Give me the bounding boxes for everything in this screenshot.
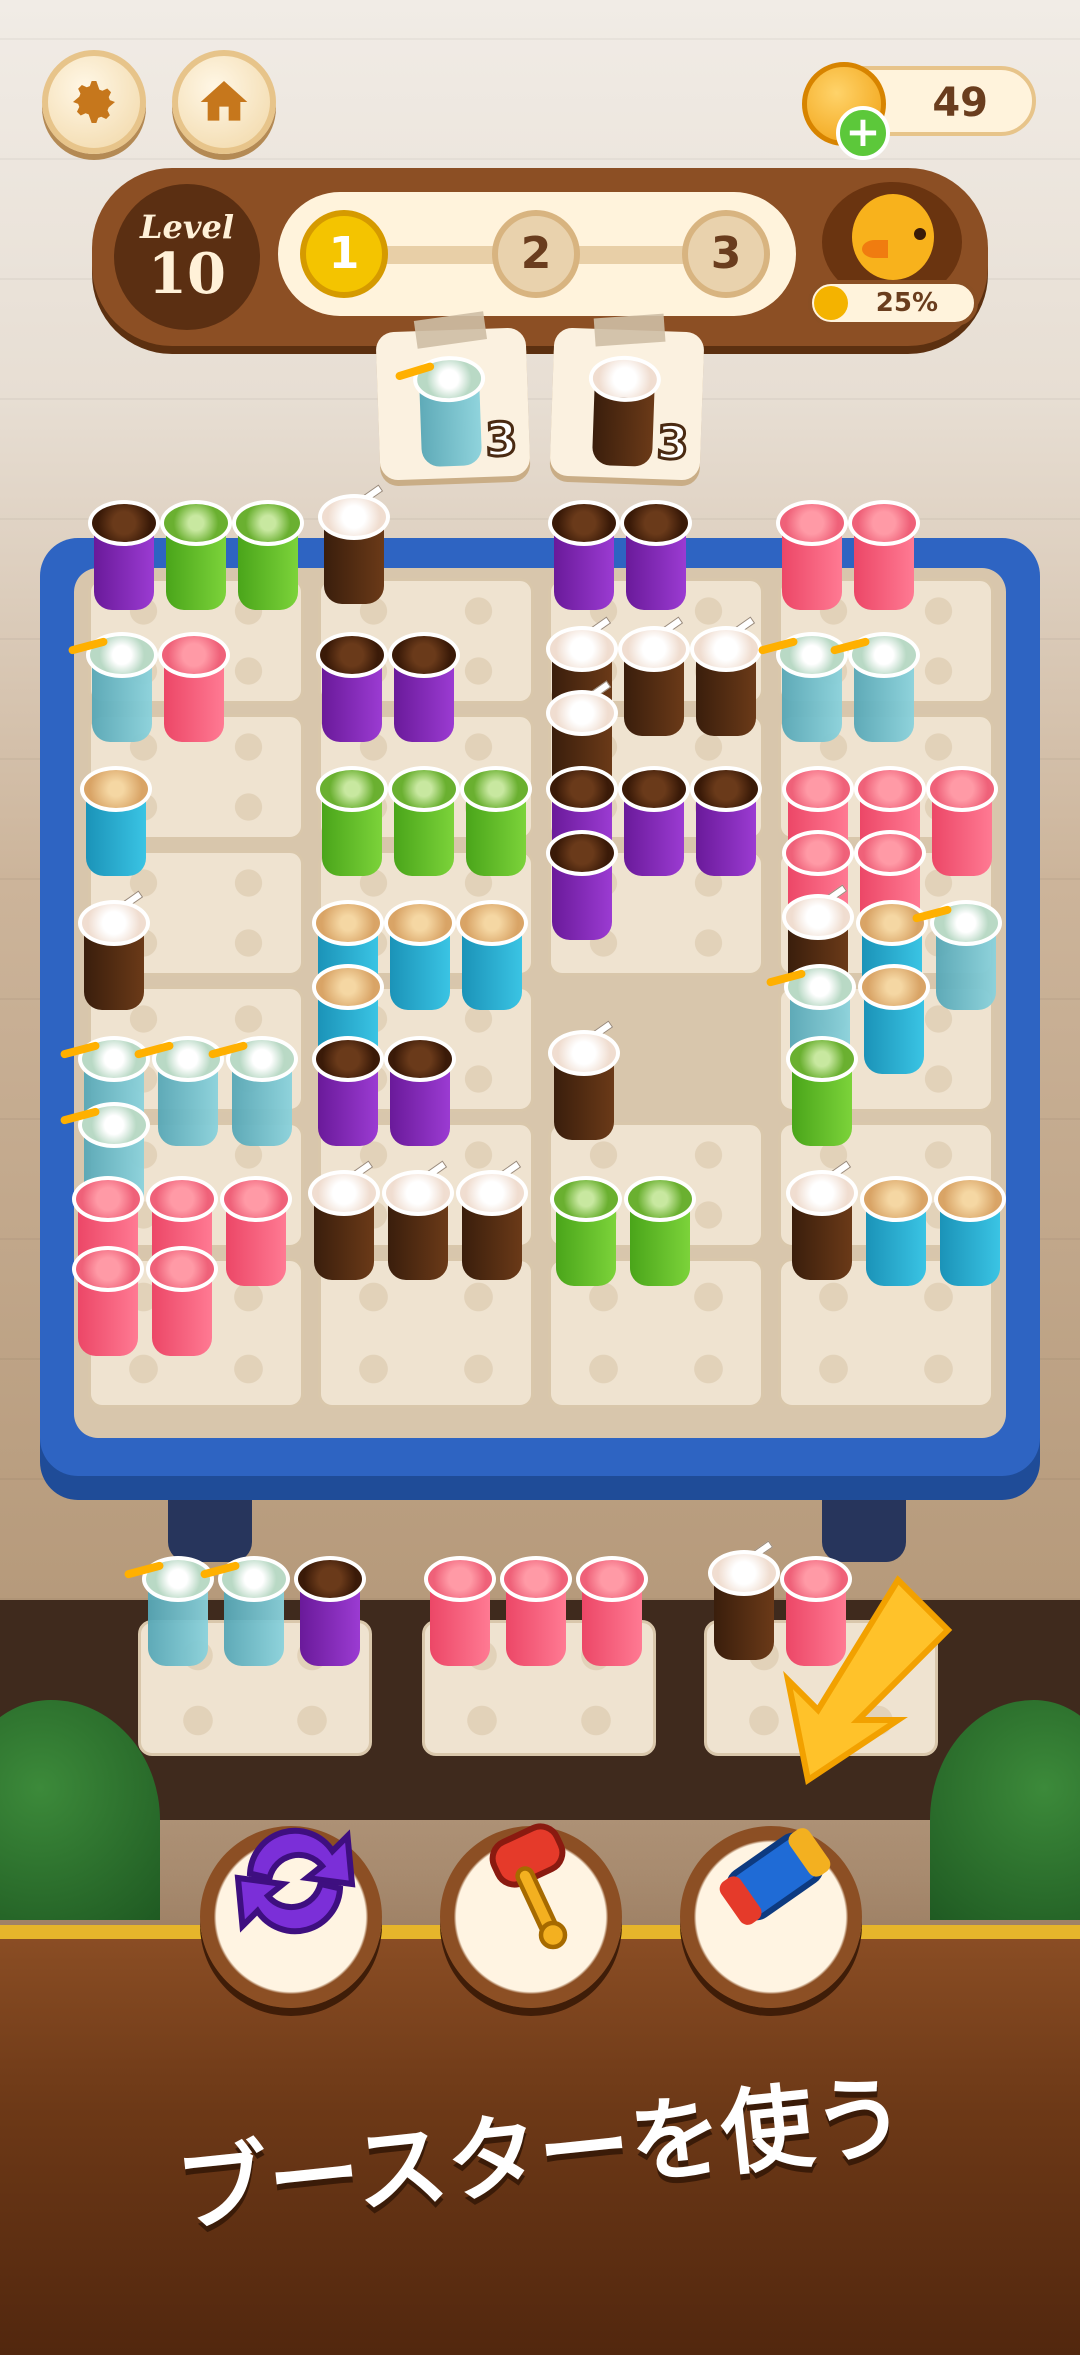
stage-1: 1 xyxy=(300,210,388,298)
matcha-cup[interactable] xyxy=(786,1036,858,1148)
cocoa-cup[interactable] xyxy=(620,500,692,612)
rocket-icon xyxy=(719,1828,831,1925)
goal-count: 3 xyxy=(483,410,520,468)
berry-cup[interactable] xyxy=(158,632,230,744)
hammer-icon xyxy=(489,1823,568,1950)
frappe-cup[interactable] xyxy=(618,616,690,738)
frappe-cup[interactable] xyxy=(456,1160,528,1282)
chick-beak xyxy=(862,240,888,258)
cocoa-cup[interactable] xyxy=(384,1036,456,1148)
berry-cup[interactable] xyxy=(776,500,848,612)
stage-progress: 1 2 3 xyxy=(278,192,796,316)
coin-value: 49 xyxy=(932,80,988,126)
rocket-booster-button[interactable] xyxy=(680,1826,862,2008)
latte-cup[interactable] xyxy=(456,900,528,1012)
flower-cup[interactable] xyxy=(930,900,1002,1012)
stage-3: 3 xyxy=(682,210,770,298)
frappe-cup[interactable] xyxy=(308,1160,380,1282)
frappe-cup[interactable] xyxy=(548,1020,620,1142)
level-progress-bar: Level 10 1 2 3 25% xyxy=(92,168,988,346)
goal-card-flower-drink: 3 xyxy=(375,311,531,481)
berry-cup[interactable] xyxy=(848,500,920,612)
flower-cup[interactable] xyxy=(218,1556,290,1668)
matcha-cup[interactable] xyxy=(388,766,460,878)
table-leg-right xyxy=(822,1470,906,1562)
home-button[interactable] xyxy=(172,50,276,154)
level-badge: Level 10 xyxy=(114,184,260,330)
chick-coin-icon xyxy=(814,286,848,320)
hint-arrow-icon xyxy=(783,1575,953,1785)
berry-cup[interactable] xyxy=(926,766,998,878)
latte-cup[interactable] xyxy=(934,1176,1006,1288)
berry-cup[interactable] xyxy=(146,1246,218,1358)
latte-cup[interactable] xyxy=(80,766,152,878)
shuffle-booster-button[interactable] xyxy=(200,1826,382,2008)
latte-cup[interactable] xyxy=(858,964,930,1076)
berry-cup[interactable] xyxy=(576,1556,648,1668)
cocoa-cup[interactable] xyxy=(618,766,690,878)
frappe-cup[interactable] xyxy=(78,890,150,1012)
matcha-cup[interactable] xyxy=(316,766,388,878)
matcha-cup[interactable] xyxy=(160,500,232,612)
tape-decoration xyxy=(593,313,666,347)
settings-button[interactable] xyxy=(42,50,146,154)
cocoa-cup[interactable] xyxy=(88,500,160,612)
cocoa-cup[interactable] xyxy=(690,766,762,878)
hammer-booster-button[interactable] xyxy=(440,1823,622,2008)
cocoa-cup[interactable] xyxy=(294,1556,366,1668)
berry-cup[interactable] xyxy=(500,1556,572,1668)
stage-2: 2 xyxy=(492,210,580,298)
berry-cup[interactable] xyxy=(220,1176,292,1288)
matcha-cup[interactable] xyxy=(460,766,532,878)
cocoa-cup[interactable] xyxy=(316,632,388,744)
cocoa-cup[interactable] xyxy=(312,1036,384,1148)
home-icon xyxy=(200,81,248,121)
frappe-cup[interactable] xyxy=(690,616,762,738)
latte-cup[interactable] xyxy=(384,900,456,1012)
matcha-cup[interactable] xyxy=(624,1176,696,1288)
frappe-cup[interactable] xyxy=(318,484,390,606)
berry-cup[interactable] xyxy=(72,1246,144,1358)
cocoa-cup[interactable] xyxy=(548,500,620,612)
shuffle-icon xyxy=(234,1827,356,1935)
frappe-drink-icon xyxy=(586,354,662,469)
matcha-cup[interactable] xyxy=(232,500,304,612)
chick-icon xyxy=(852,194,934,280)
flower-cup[interactable] xyxy=(848,632,920,744)
flower-drink-icon xyxy=(412,354,488,469)
matcha-cup[interactable] xyxy=(550,1176,622,1288)
frappe-cup[interactable] xyxy=(382,1160,454,1282)
flower-cup[interactable] xyxy=(226,1036,298,1148)
gear-icon xyxy=(73,81,115,123)
level-number: 10 xyxy=(148,241,226,307)
goal-count: 3 xyxy=(654,414,691,472)
chick-eye xyxy=(914,228,926,240)
cocoa-cup[interactable] xyxy=(388,632,460,744)
berry-cup[interactable] xyxy=(424,1556,496,1668)
table-leg-left xyxy=(168,1470,252,1562)
goal-card-frappe-drink: 3 xyxy=(549,313,705,481)
cocoa-cup[interactable] xyxy=(546,830,618,942)
frappe-cup[interactable] xyxy=(786,1160,858,1282)
flower-cup[interactable] xyxy=(86,632,158,744)
add-coins-button[interactable]: + xyxy=(836,106,890,160)
latte-cup[interactable] xyxy=(860,1176,932,1288)
